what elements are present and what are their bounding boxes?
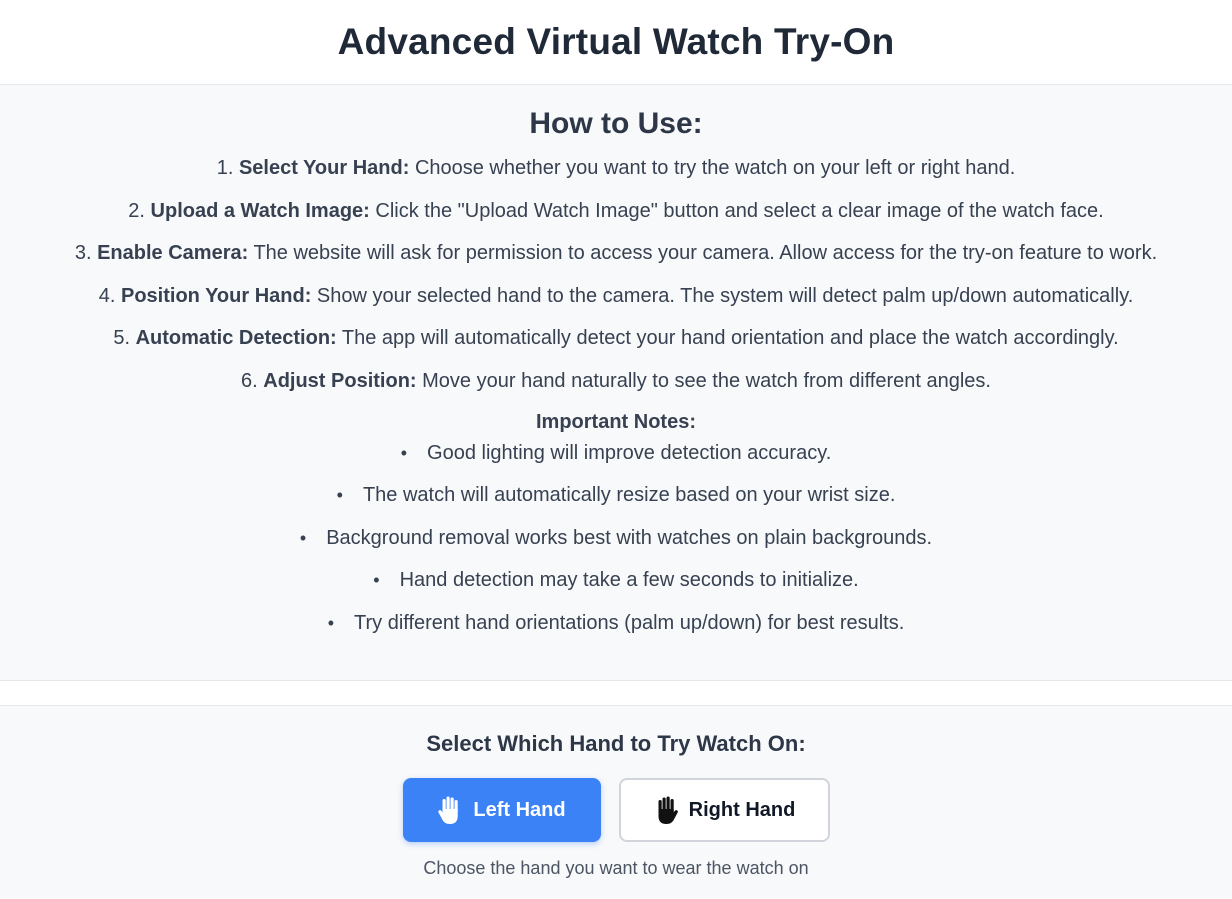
note-text: The watch will automatically resize base… (362, 484, 896, 506)
notes-title: Important Notes: (536, 410, 696, 433)
hand-selection-panel: Select Which Hand to Try Watch On: Left … (0, 706, 1232, 898)
step-text: Click the "Upload Watch Image" button an… (375, 199, 1104, 222)
step-label: Adjust Position: (263, 369, 417, 392)
bullet-icon: • (336, 485, 343, 505)
step-number: 5. (113, 327, 131, 349)
step-label: Select Your Hand: (238, 157, 410, 179)
left-hand-label: Left Hand (473, 798, 566, 821)
raised-hand-icon (658, 796, 678, 824)
step-number: 3. (74, 242, 92, 264)
step-label: Automatic Detection: (135, 327, 337, 349)
hand-button-group: Left Hand Right Hand (0, 778, 1232, 842)
step-number: 6. (241, 369, 258, 392)
instructions-panel: How to Use: 1. Select Your Hand: Choose … (0, 85, 1232, 681)
note-text: Hand detection may take a few seconds to… (399, 569, 859, 591)
note-text: Background removal works best with watch… (326, 526, 933, 549)
steps-list: 1. Select Your Hand: Choose whether you … (0, 155, 1232, 394)
step-label: Upload a Watch Image: (150, 199, 370, 222)
bullet-icon: • (327, 612, 335, 633)
note-item: • Good lighting will improve detection ac… (0, 440, 1232, 466)
step-number: 2. (128, 199, 145, 222)
step-text: Choose whether you want to try the watch… (414, 157, 1016, 179)
hand-selection-hint: Choose the hand you want to wear the wat… (423, 858, 809, 878)
step-text: Move your hand naturally to see the watc… (422, 369, 991, 392)
step-number: 4. (98, 284, 116, 307)
left-hand-button[interactable]: Left Hand (402, 778, 601, 842)
hand-selection-title: Select Which Hand to Try Watch On: (426, 731, 806, 756)
step-item: 4. Position Your Hand: Show your selecte… (0, 283, 1232, 309)
page-header: Advanced Virtual Watch Try-On (0, 0, 1232, 85)
note-text: Try different hand orientations (palm up… (354, 611, 905, 634)
note-item: • The watch will automatically resize bas… (0, 482, 1232, 508)
step-label: Enable Camera: (97, 242, 249, 264)
bullet-icon: • (299, 527, 307, 548)
bullet-icon: • (373, 570, 380, 590)
step-item: 3. Enable Camera: The website will ask f… (0, 240, 1232, 266)
note-item: • Try different hand orientations (palm u… (0, 610, 1232, 636)
step-label: Position Your Hand: (120, 284, 312, 307)
step-text: The app will automatically detect your h… (341, 327, 1119, 349)
step-item: 5. Automatic Detection: The app will aut… (0, 325, 1232, 351)
right-hand-button[interactable]: Right Hand (618, 778, 830, 842)
step-item: 1. Select Your Hand: Choose whether you … (0, 155, 1232, 181)
step-text: The website will ask for permission to a… (253, 242, 1158, 264)
instructions-title: How to Use: (529, 107, 703, 140)
step-item: 6. Adjust Position: Move your hand natur… (0, 368, 1232, 394)
note-text: Good lighting will improve detection acc… (427, 441, 832, 464)
step-number: 1. (216, 157, 234, 179)
page-title: Advanced Virtual Watch Try-On (337, 21, 895, 62)
raised-hand-icon (438, 796, 459, 824)
note-item: • Background removal works best with watc… (0, 525, 1232, 551)
step-item: 2. Upload a Watch Image: Click the "Uplo… (0, 198, 1232, 224)
note-item: • Hand detection may take a few seconds t… (0, 567, 1232, 593)
notes-list: • Good lighting will improve detection ac… (0, 440, 1232, 636)
section-divider (0, 681, 1232, 706)
step-text: Show your selected hand to the camera. T… (316, 284, 1134, 307)
right-hand-label: Right Hand (688, 798, 796, 821)
bullet-icon: • (400, 442, 408, 463)
